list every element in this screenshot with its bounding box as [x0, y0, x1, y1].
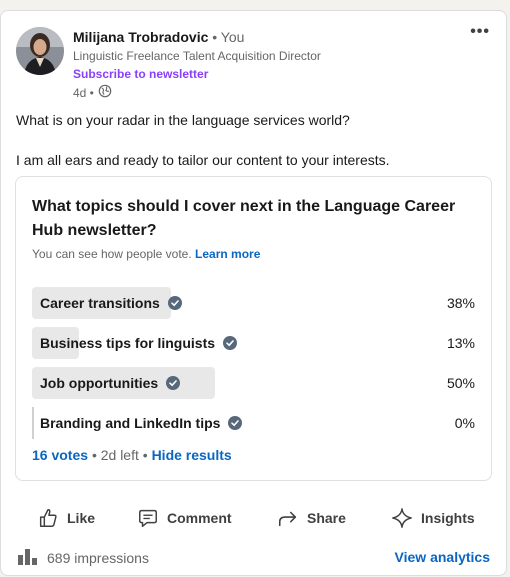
insights-button[interactable]: Insights — [391, 494, 475, 542]
impressions-stat[interactable]: 689 impressions — [17, 547, 149, 568]
insights-label: Insights — [421, 510, 475, 526]
bar-chart-icon — [17, 547, 39, 568]
comment-label: Comment — [167, 510, 232, 526]
like-button[interactable]: Like — [37, 494, 95, 542]
you-label: • You — [212, 29, 245, 45]
check-icon — [223, 336, 238, 350]
comment-button[interactable]: Comment — [137, 494, 232, 542]
post-time: 4d • — [73, 85, 94, 100]
learn-more-link[interactable]: Learn more — [195, 247, 260, 261]
time-left: 2d left — [100, 447, 139, 463]
poll: What topics should I cover next in the L… — [15, 176, 492, 481]
impressions-count: 689 impressions — [47, 549, 149, 566]
sparkle-icon — [391, 507, 413, 529]
author-name[interactable]: Milijana Trobradovic — [73, 29, 208, 45]
share-icon — [277, 507, 299, 529]
poll-option[interactable]: Job opportunities 50% — [32, 367, 475, 399]
votes-link[interactable]: 16 votes — [32, 447, 88, 463]
poll-option-percent: 13% — [446, 335, 475, 351]
subscribe-link[interactable]: Subscribe to newsletter — [73, 67, 208, 81]
check-icon — [228, 416, 243, 430]
check-icon — [167, 296, 182, 310]
avatar[interactable] — [16, 27, 64, 75]
post-text-line: What is on your radar in the language se… — [16, 112, 350, 128]
share-button[interactable]: Share — [277, 494, 346, 542]
post-card: Milijana Trobradovic • You Linguistic Fr… — [0, 10, 507, 576]
poll-option-percent: 38% — [446, 295, 475, 311]
social-actions: Like Comment Share Insights — [1, 494, 508, 542]
poll-option-label: Career transitions — [40, 295, 160, 311]
comment-icon — [137, 507, 159, 529]
separator: • — [91, 447, 97, 463]
poll-footer: 16 votes • 2d left • Hide results — [32, 447, 232, 463]
poll-option-percent: 0% — [454, 415, 475, 431]
hide-results-link[interactable]: Hide results — [152, 447, 232, 463]
poll-option-percent: 50% — [446, 375, 475, 391]
like-label: Like — [67, 510, 96, 526]
poll-option-label: Job opportunities — [40, 375, 159, 391]
author-line: Milijana Trobradovic • You — [73, 29, 244, 45]
poll-question: What topics should I cover next in the L… — [32, 198, 456, 239]
more-options-icon[interactable]: ••• — [470, 23, 490, 41]
poll-option[interactable]: Business tips for linguists 13% — [32, 327, 475, 359]
like-icon — [37, 507, 59, 529]
post-meta: 4d • — [73, 84, 112, 101]
globe-icon — [98, 84, 112, 101]
poll-option-label: Business tips for linguists — [40, 335, 216, 351]
separator: • — [142, 447, 148, 463]
poll-option[interactable]: Branding and LinkedIn tips 0% — [32, 407, 475, 439]
poll-option-label: Branding and LinkedIn tips — [40, 415, 221, 431]
poll-note: You can see how people vote. Learn more — [32, 247, 260, 261]
author-headline: Linguistic Freelance Talent Acquisition … — [73, 49, 321, 63]
poll-note-text: You can see how people vote. — [32, 247, 192, 261]
view-analytics-link[interactable]: View analytics — [395, 549, 490, 565]
check-icon — [166, 376, 181, 390]
poll-option[interactable]: Career transitions 38% — [32, 287, 475, 319]
poll-option-bar — [32, 407, 34, 439]
share-label: Share — [307, 510, 346, 526]
post-text: What is on your radar in the language se… — [16, 110, 486, 170]
post-text-line: I am all ears and ready to tailor our co… — [16, 152, 390, 168]
